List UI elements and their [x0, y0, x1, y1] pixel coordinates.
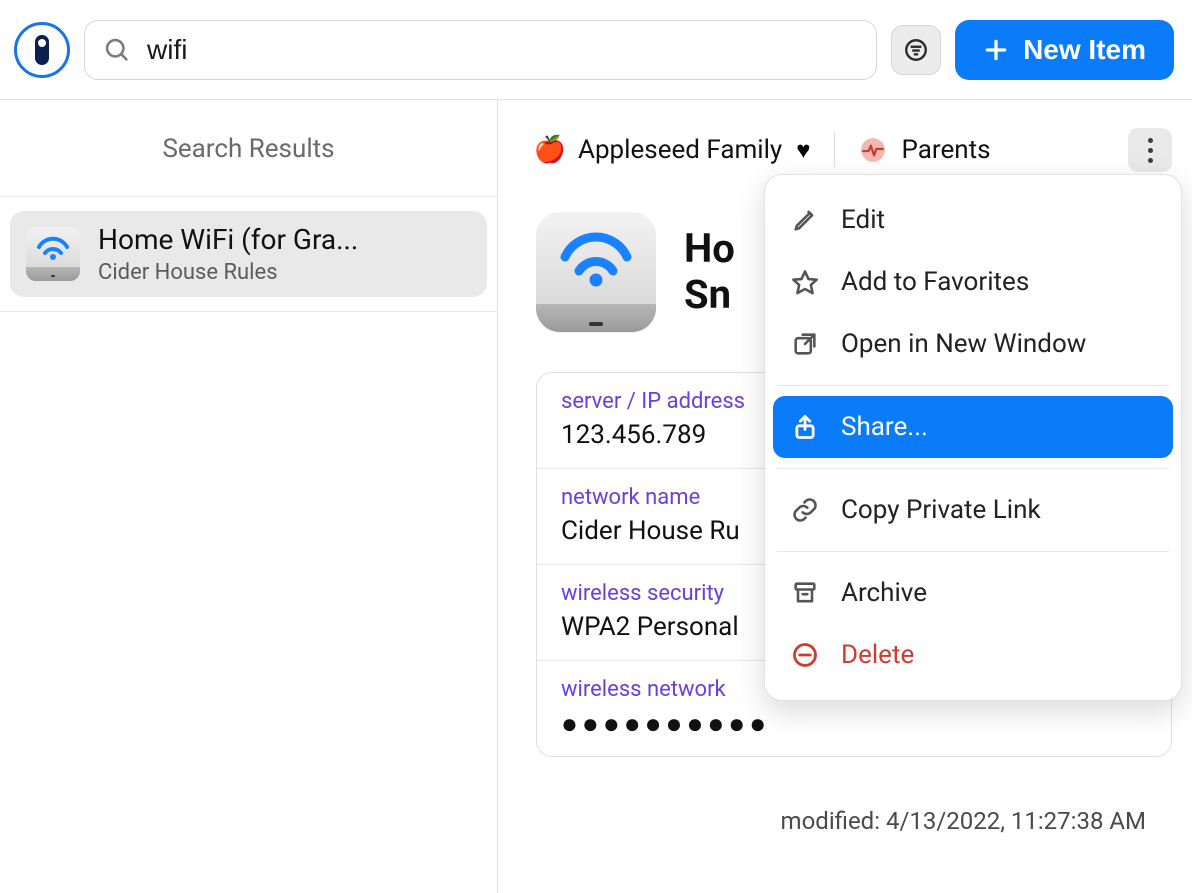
delete-icon — [791, 641, 819, 669]
new-item-label: New Item — [1023, 34, 1146, 66]
menu-item-edit[interactable]: Edit — [773, 189, 1173, 251]
vault-chip[interactable]: 🍎 Appleseed Family ♥ — [536, 135, 810, 165]
menu-item-label: Copy Private Link — [841, 495, 1041, 525]
menu-item-share[interactable]: Share... — [773, 396, 1173, 458]
vault-chip[interactable]: Parents — [859, 135, 990, 165]
toolbar: New Item — [0, 0, 1192, 100]
sidebar-title: Search Results — [0, 100, 497, 196]
menu-item-open-new-window[interactable]: Open in New Window — [773, 313, 1173, 375]
menu-item-label: Open in New Window — [841, 329, 1086, 359]
plus-icon — [983, 37, 1009, 63]
menu-item-label: Archive — [841, 578, 927, 608]
archive-icon — [791, 579, 819, 607]
vault-name: Parents — [901, 135, 990, 165]
vault-icon-apple: 🍎 — [536, 136, 564, 164]
field-value-password: ●●●●●●●●●● — [561, 710, 1147, 738]
vault-icon-heartbeat — [859, 136, 887, 164]
app-logo-icon — [14, 22, 70, 78]
modified-timestamp: modified: 4/13/2022, 11:27:38 AM — [536, 807, 1172, 835]
options-menu: Edit Add to Favorites Open in New Window — [764, 174, 1182, 701]
wifi-router-icon — [26, 227, 80, 281]
item-title: Ho Sn — [684, 226, 735, 318]
wifi-router-icon — [536, 212, 656, 332]
menu-item-copy-link[interactable]: Copy Private Link — [773, 479, 1173, 541]
star-icon — [791, 268, 819, 296]
menu-item-label: Delete — [841, 640, 914, 670]
search-input[interactable] — [145, 33, 858, 67]
menu-item-archive[interactable]: Archive — [773, 562, 1173, 624]
new-item-button[interactable]: New Item — [955, 20, 1174, 80]
menu-item-delete[interactable]: Delete — [773, 624, 1173, 686]
list-item-title: Home WiFi (for Gra... — [98, 223, 358, 256]
menu-item-label: Edit — [841, 205, 885, 235]
share-icon — [791, 413, 819, 441]
link-icon — [791, 496, 819, 524]
list-item[interactable]: Home WiFi (for Gra... Cider House Rules — [10, 211, 487, 297]
more-options-button[interactable] — [1128, 128, 1172, 172]
menu-item-label: Add to Favorites — [841, 267, 1029, 297]
list-item-subtitle: Cider House Rules — [98, 260, 358, 285]
heart-icon: ♥ — [796, 136, 810, 165]
detail-pane: 🍎 Appleseed Family ♥ Parents — [498, 100, 1192, 893]
search-icon — [103, 36, 131, 64]
menu-item-label: Share... — [841, 412, 928, 442]
filter-button[interactable] — [891, 25, 941, 75]
more-vertical-icon — [1148, 135, 1153, 165]
menu-item-favorite[interactable]: Add to Favorites — [773, 251, 1173, 313]
open-external-icon — [791, 330, 819, 358]
filter-icon — [903, 37, 929, 63]
vault-name: Appleseed Family — [578, 135, 782, 165]
vault-breadcrumb: 🍎 Appleseed Family ♥ Parents — [536, 128, 1172, 172]
sidebar: Search Results Home WiFi (for Gra... Cid… — [0, 100, 498, 893]
search-field[interactable] — [84, 20, 877, 80]
pencil-icon — [791, 206, 819, 234]
